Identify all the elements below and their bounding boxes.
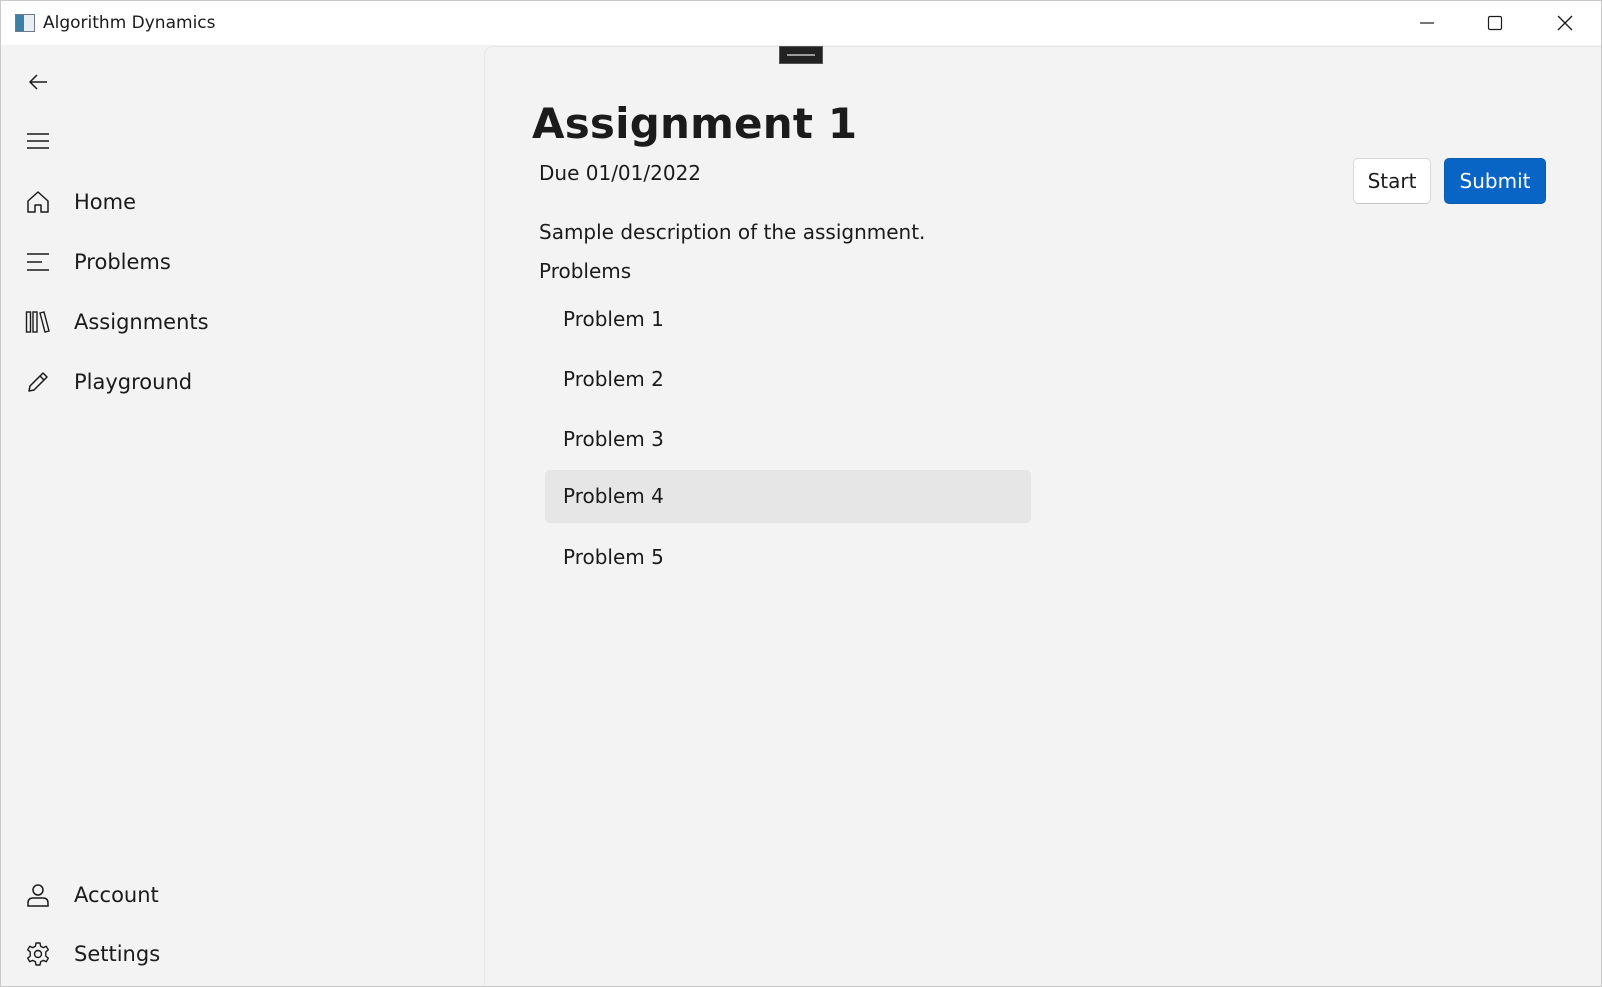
nav-item-label: Assignments — [74, 310, 209, 334]
app-icon — [15, 14, 35, 32]
nav-item-assignments[interactable]: Assignments — [5, 296, 475, 348]
nav-item-label: Playground — [74, 370, 193, 394]
person-icon — [25, 882, 51, 908]
problem-label: Problem 3 — [563, 427, 664, 451]
close-button[interactable] — [1531, 1, 1599, 45]
list-icon — [25, 249, 51, 275]
list-item[interactable]: Problem 4 — [545, 470, 1031, 523]
back-arrow-icon — [28, 74, 47, 90]
minimize-icon — [1420, 22, 1434, 24]
gear-icon — [25, 941, 51, 967]
library-icon — [25, 309, 51, 335]
problem-label: Problem 4 — [563, 484, 664, 508]
close-icon — [1557, 15, 1573, 31]
nav-item-home[interactable]: Home — [5, 176, 475, 228]
menu-toggle-button[interactable] — [25, 128, 51, 154]
window-title: Algorithm Dynamics — [43, 13, 216, 33]
nav-item-problems[interactable]: Problems — [5, 236, 475, 288]
list-item[interactable]: Problem 2 — [545, 353, 1031, 406]
problem-label: Problem 1 — [563, 307, 664, 331]
home-icon — [25, 189, 51, 215]
list-item[interactable]: Problem 1 — [545, 293, 1031, 346]
back-button[interactable] — [25, 69, 51, 95]
hamburger-icon — [27, 133, 49, 149]
assignment-description: Sample description of the assignment. — [539, 220, 926, 244]
maximize-button[interactable] — [1461, 1, 1529, 45]
nav-item-settings[interactable]: Settings — [5, 928, 475, 980]
drag-handle[interactable] — [779, 46, 823, 64]
due-date: Due 01/01/2022 — [539, 161, 702, 185]
page-title: Assignment 1 — [532, 99, 858, 148]
maximize-icon — [1487, 15, 1503, 31]
app-window: Algorithm Dynamics Home Problems Assignm… — [0, 0, 1602, 987]
nav-item-playground[interactable]: Playground — [5, 356, 475, 408]
title-bar[interactable]: Algorithm Dynamics — [1, 1, 1601, 45]
pencil-icon — [25, 369, 51, 395]
submit-button[interactable]: Submit — [1444, 158, 1546, 204]
minimize-button[interactable] — [1393, 1, 1461, 45]
nav-item-label: Problems — [74, 250, 171, 274]
problems-heading: Problems — [539, 259, 632, 283]
nav-item-label: Account — [74, 883, 159, 907]
nav-item-label: Settings — [74, 942, 161, 966]
problem-label: Problem 2 — [563, 367, 664, 391]
nav-item-label: Home — [74, 190, 137, 214]
list-item[interactable]: Problem 3 — [545, 413, 1031, 466]
start-button[interactable]: Start — [1353, 158, 1431, 204]
nav-item-account[interactable]: Account — [5, 869, 475, 921]
problem-label: Problem 5 — [563, 545, 664, 569]
list-item[interactable]: Problem 5 — [545, 531, 1031, 584]
